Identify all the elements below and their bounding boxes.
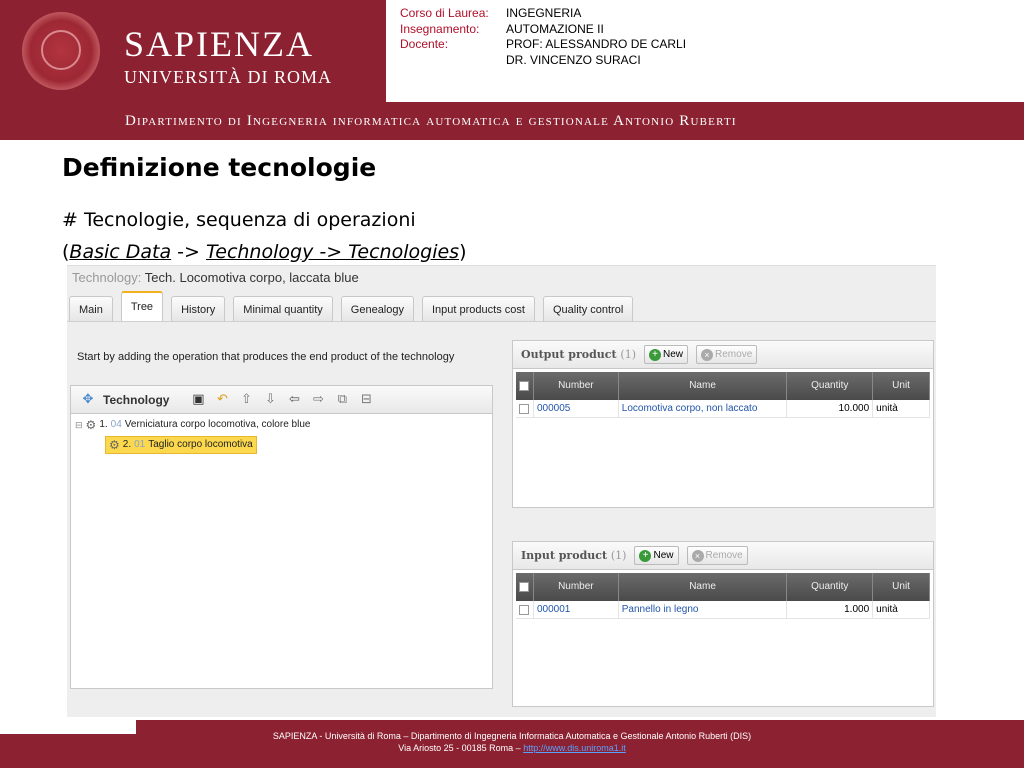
- tree-title: Technology: [103, 392, 170, 407]
- course-info: Corso di Laurea: INGEGNERIA Insegnamento:…: [400, 6, 686, 68]
- slide-subtitle: # Tecnologie, sequenza di operazioni: [62, 209, 416, 231]
- tab-history[interactable]: History: [171, 296, 226, 321]
- output-name-link[interactable]: Locomotiva corpo, non laccato: [619, 400, 788, 417]
- header-logo-area: SAPIENZA UNIVERSITÀ DI ROMA: [0, 0, 386, 102]
- input-name-link[interactable]: Pannello in legno: [619, 601, 788, 618]
- menu-path: (Basic Data -> Technology -> Tecnologies…: [62, 241, 467, 263]
- brand: SAPIENZA UNIVERSITÀ DI ROMA: [124, 26, 332, 88]
- record-title: Technology: Tech. Locomotiva corpo, lacc…: [72, 270, 359, 286]
- tab-quality-control[interactable]: Quality control: [542, 296, 634, 321]
- department-banner: Dipartimento di Ingegneria informatica a…: [0, 102, 1024, 140]
- tab-tree[interactable]: Tree: [120, 291, 164, 321]
- output-remove-button[interactable]: × Remove: [696, 345, 758, 364]
- paste-icon[interactable]: ⊟: [357, 391, 375, 409]
- plus-icon: +: [639, 549, 652, 562]
- table-row[interactable]: 000001 Pannello in legno 1.000 unità: [516, 601, 931, 619]
- save-icon[interactable]: ▣: [189, 391, 207, 409]
- plus-icon: +: [649, 348, 661, 361]
- tab-bar: Main Tree History Minimal quantity Genea…: [69, 291, 634, 321]
- input-title: Input product (1): [521, 548, 627, 562]
- brand-subtitle: UNIVERSITÀ DI ROMA: [124, 67, 332, 87]
- hint-text: Start by adding the operation that produ…: [77, 351, 455, 363]
- tree-icon: ✥: [82, 391, 94, 407]
- close-icon: ×: [691, 549, 704, 562]
- output-new-button[interactable]: + New: [644, 345, 689, 364]
- output-number-link[interactable]: 000005: [534, 400, 619, 417]
- tree-toolbar: ✥ Technology ▣ ↶ ⇧ ⇩ ⇦ ⇨ ⧉ ⊟: [71, 386, 492, 414]
- path-technology: Technology -> Tecnologies: [206, 241, 460, 263]
- undo-icon[interactable]: ↶: [213, 391, 231, 409]
- tree-node-1[interactable]: ⊟ ⚙ 1. 04 Verniciatura corpo locomotiva,…: [75, 418, 310, 432]
- footer: SAPIENZA - Università di Roma – Dipartim…: [0, 720, 1024, 768]
- move-up-icon[interactable]: ⇧: [237, 391, 255, 409]
- row-checkbox[interactable]: [519, 403, 530, 414]
- tab-genealogy[interactable]: Genealogy: [340, 296, 414, 321]
- close-icon: ×: [701, 348, 714, 361]
- output-grid-header: Number Name Quantity Unit: [516, 372, 930, 400]
- row-checkbox[interactable]: [519, 604, 530, 615]
- gear-icon: ⚙: [109, 438, 120, 452]
- tab-minimal-quantity[interactable]: Minimal quantity: [233, 296, 333, 321]
- output-panel-header: Output product (1) + New × Remove: [513, 341, 933, 369]
- collapse-icon[interactable]: ⊟: [75, 418, 83, 432]
- input-grid-header: Number Name Quantity Unit: [516, 573, 930, 601]
- subject-value: AUTOMAZIONE II: [506, 21, 604, 36]
- output-product-panel: Output product (1) + New × Remove Number N…: [512, 340, 934, 508]
- copy-icon[interactable]: ⧉: [333, 391, 351, 409]
- move-right-icon[interactable]: ⇨: [309, 391, 327, 409]
- footer-link[interactable]: http://www.dis.uniroma1.it: [523, 743, 626, 753]
- move-down-icon[interactable]: ⇩: [261, 391, 279, 409]
- subject-label: Insegnamento:: [400, 21, 480, 36]
- input-remove-button[interactable]: × Remove: [686, 546, 748, 565]
- footer-line-1: SAPIENZA - Università di Roma – Dipartim…: [272, 731, 752, 741]
- input-number-link[interactable]: 000001: [534, 601, 619, 618]
- input-new-button[interactable]: + New: [634, 546, 679, 565]
- brand-title: SAPIENZA: [124, 24, 315, 64]
- move-left-icon[interactable]: ⇦: [285, 391, 303, 409]
- path-basic-data: Basic Data: [69, 241, 172, 263]
- teacher-label: Docente:: [400, 37, 449, 51]
- table-row[interactable]: 000005 Locomotiva corpo, non laccato 10.…: [516, 400, 931, 418]
- gear-icon: ⚙: [85, 418, 97, 432]
- footer-line-2: Via Ariosto 25 - 00185 Roma –: [398, 743, 524, 753]
- input-panel-header: Input product (1) + New × Remove: [513, 542, 933, 570]
- app-screenshot: Technology: Tech. Locomotiva corpo, lacc…: [67, 265, 936, 717]
- tab-main[interactable]: Main: [69, 296, 113, 321]
- technology-tree: ✥ Technology ▣ ↶ ⇧ ⇩ ⇦ ⇨ ⧉ ⊟ ⊟ ⚙ 1. 04 V…: [70, 385, 493, 689]
- output-title: Output product (1): [521, 347, 636, 361]
- teacher-value-1: PROF: ALESSANDRO DE CARLI: [506, 37, 687, 51]
- course-label: Corso di Laurea:: [400, 6, 489, 20]
- university-seal-icon: [22, 12, 100, 90]
- course-value: INGEGNERIA: [506, 6, 582, 20]
- slide-title: Definizione tecnologie: [62, 153, 377, 182]
- select-all-checkbox[interactable]: [519, 381, 530, 391]
- record-value: Tech. Locomotiva corpo, laccata blue: [144, 270, 359, 285]
- record-label: Technology:: [72, 270, 142, 285]
- input-product-panel: Input product (1) + New × Remove Number Na…: [512, 541, 934, 707]
- select-all-checkbox[interactable]: [519, 582, 530, 592]
- teacher-value-2: DR. VINCENZO SURACI: [506, 52, 641, 67]
- tree-node-2[interactable]: ⚙ 2. 01 Taglio corpo locomotiva: [105, 436, 257, 454]
- tab-input-products-cost[interactable]: Input products cost: [422, 296, 535, 321]
